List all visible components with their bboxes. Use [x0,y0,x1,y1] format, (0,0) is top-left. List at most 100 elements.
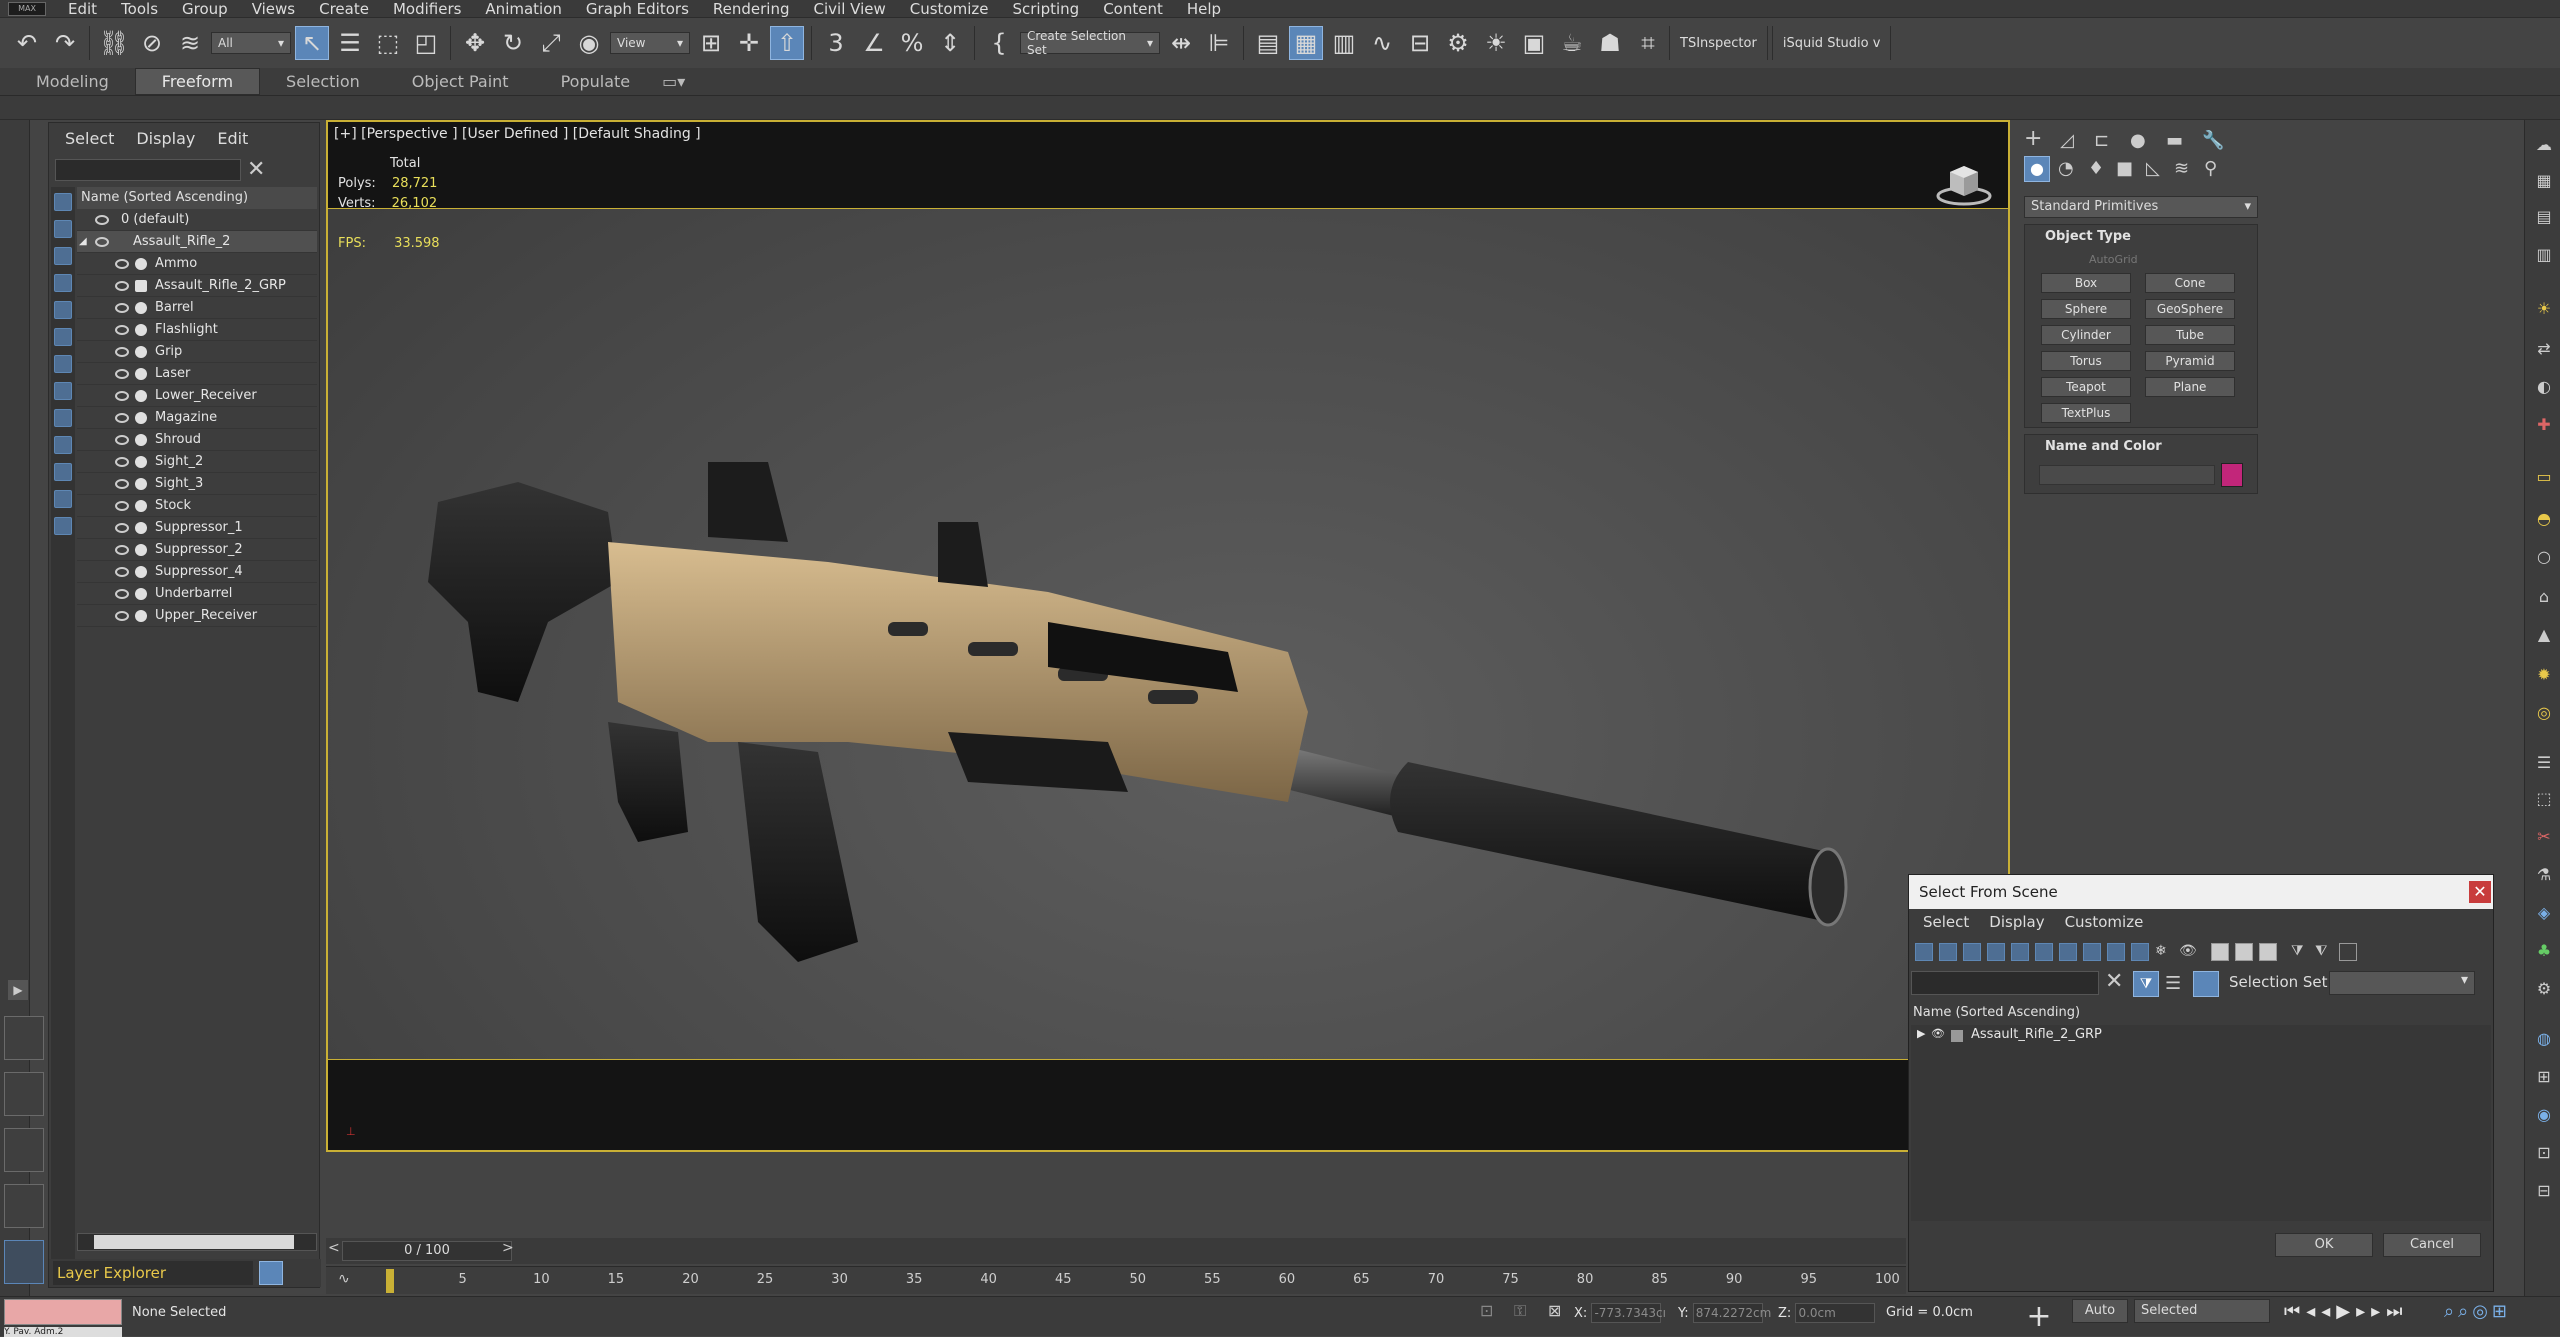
filter-lights-icon[interactable] [54,247,72,265]
undo-icon[interactable]: ↶ [10,26,44,60]
select-by-name-icon[interactable]: ☰ [333,26,367,60]
menu-content[interactable]: Content [1091,0,1175,18]
tool-icon[interactable]: ⌂ [2535,588,2553,606]
list-item[interactable]: Grip [77,341,317,363]
viewcube-icon[interactable] [1936,160,1992,206]
menu-edit[interactable]: Edit [56,0,109,18]
dialog-menu-display[interactable]: Display [1989,913,2044,935]
tool-icon[interactable]: ♣ [2535,942,2553,960]
list-item[interactable]: Magazine [77,407,317,429]
mirror-icon[interactable]: ⇹ [1164,26,1198,60]
tool-icon[interactable]: ◓ [2535,510,2553,528]
isolate-icon[interactable]: ⊡ [1480,1301,1493,1320]
filter-shapes-icon[interactable] [54,220,72,238]
list-item[interactable]: Sight_2 [77,451,317,473]
filter-hidden-icon[interactable] [54,490,72,508]
tool-icon[interactable]: ▭ [2535,468,2553,486]
sphere-button[interactable]: Sphere [2041,299,2131,319]
dialog-menu-customize[interactable]: Customize [2065,913,2144,935]
scene-explorer-icon[interactable]: ▤ [1251,26,1285,60]
maximize-icon[interactable]: ⊞ [2492,1301,2511,1322]
ok-button[interactable]: OK [2275,1233,2373,1257]
zoom-all-icon[interactable]: ⌕ [2458,1301,2472,1322]
object-color-swatch[interactable] [2221,463,2243,487]
lights-icon[interactable]: ♦ [2088,158,2104,179]
place-icon[interactable]: ◉ [572,26,606,60]
viewport-layout-tab[interactable] [4,1072,44,1116]
toggle-ribbon-icon[interactable]: ▥ [1327,26,1361,60]
select-dependents-icon[interactable]: ⧩ [2133,971,2159,997]
layer-explorer-icon[interactable]: ▦ [1289,26,1323,60]
ribbon-options-icon[interactable]: ▭▾ [656,69,691,94]
next-key-icon[interactable]: ▸▸ [2356,1301,2386,1322]
tool-icon[interactable]: ⇄ [2535,340,2553,358]
menu-graph-editors[interactable]: Graph Editors [574,0,701,18]
helpers-icon[interactable]: ◺ [2146,158,2160,179]
eye-icon[interactable] [115,413,129,423]
rendered-frame-icon[interactable]: ▣ [1517,26,1551,60]
filter-helpers-icon[interactable] [2011,943,2029,961]
prev-key-icon[interactable]: ◂◂ [2306,1301,2336,1322]
eye-icon[interactable] [95,215,109,225]
add-time-tag-icon[interactable]: + [2016,1299,2062,1335]
filter-cameras-icon[interactable] [54,274,72,292]
tool-icon[interactable]: ⊞ [2535,1068,2553,1086]
prev-frame-icon[interactable]: < [328,1240,340,1256]
list-item[interactable]: Laser [77,363,317,385]
filter-groups-icon[interactable] [2059,943,2077,961]
eye-icon[interactable] [115,303,129,313]
menu-tools[interactable]: Tools [109,0,170,18]
render-cloud-icon[interactable]: ⌗ [1631,26,1665,60]
key-filter-dropdown[interactable]: Selected [2134,1299,2270,1323]
pyramid-button[interactable]: Pyramid [2145,351,2235,371]
dialog-menu-select[interactable]: Select [1923,913,1969,935]
close-icon[interactable]: ✕ [2469,881,2491,903]
filter-xrefs-icon[interactable] [54,382,72,400]
selection-filter-dropdown[interactable]: All ▾ [211,32,291,54]
tool-icon[interactable]: ✹ [2535,666,2553,684]
next-frame-icon[interactable]: > [502,1240,514,1256]
eye-icon[interactable] [115,281,129,291]
filter-frozen-icon[interactable]: ❄ [2155,943,2173,961]
angle-snap-icon[interactable]: ∠ [857,26,891,60]
tool-icon[interactable]: ◍ [2535,1030,2553,1048]
torus-button[interactable]: Torus [2041,351,2131,371]
teapot-button[interactable]: Teapot [2041,377,2131,397]
app-logo[interactable]: MAX [8,1,46,16]
menu-group[interactable]: Group [170,0,240,18]
spacewarps-icon[interactable]: ≋ [2174,158,2189,179]
tool-icon[interactable]: ◈ [2535,904,2553,922]
z-field[interactable]: 0.0cm [1795,1303,1876,1323]
eye-icon[interactable] [115,369,129,379]
utilities-tab-icon[interactable]: 🔧 [2202,130,2224,151]
eye-icon[interactable] [115,523,129,533]
expand-arrow-icon[interactable]: ▶ [1917,1027,1925,1040]
tool-icon[interactable]: ▲ [2535,626,2553,644]
eye-icon[interactable] [95,237,109,247]
textplus-button[interactable]: TextPlus [2041,403,2131,423]
shapes-icon[interactable]: ◔ [2058,158,2074,179]
menu-civil-view[interactable]: Civil View [802,0,898,18]
autogrid-checkbox[interactable]: AutoGrid [2089,253,2138,266]
dialog-search-input[interactable] [1911,971,2099,995]
tool-icon[interactable]: ⊡ [2535,1144,2553,1162]
filter-icon[interactable]: ⧩ [2291,943,2309,961]
time-slider-knob[interactable] [386,1269,394,1293]
filter-containers-icon[interactable] [54,436,72,454]
display-all-icon[interactable] [54,517,72,535]
tool-icon[interactable]: ◐ [2535,378,2553,396]
zoom-icon[interactable]: ⌕ [2444,1301,2458,1322]
list-item[interactable]: Shroud [77,429,317,451]
filter-helpers-icon[interactable] [54,301,72,319]
viewport-layout-tab[interactable] [4,1128,44,1172]
time-slider[interactable]: < 0 / 100 > [326,1238,1906,1264]
geometry-icon[interactable]: ● [2024,156,2050,182]
tsinspector-button[interactable]: TSInspector [1669,26,1768,60]
spinner-snap-icon[interactable]: ⇕ [933,26,967,60]
menu-animation[interactable]: Animation [473,0,573,18]
selection-set-dropdown[interactable]: ▾ [2329,971,2475,995]
tool-icon[interactable]: ☁ [2535,136,2553,154]
list-item[interactable]: Barrel [77,297,317,319]
edit-named-sets-icon[interactable]: { [982,26,1016,60]
time-slider-frame[interactable]: 0 / 100 [342,1241,512,1261]
